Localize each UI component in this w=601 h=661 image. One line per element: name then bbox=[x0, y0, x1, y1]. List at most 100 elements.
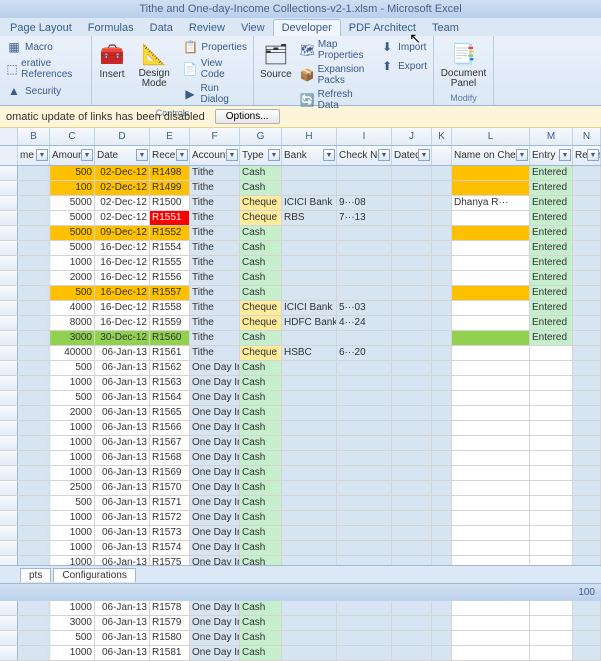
cell-dated[interactable] bbox=[392, 451, 432, 465]
cell-account[interactable]: Tithe bbox=[190, 226, 240, 240]
cell-name-on-check[interactable] bbox=[452, 601, 530, 615]
macro-button[interactable]: ▦Macro bbox=[4, 38, 87, 56]
cell-bank[interactable] bbox=[282, 496, 337, 510]
cell-bank[interactable] bbox=[282, 376, 337, 390]
cell-date[interactable]: 06-Jan-13 bbox=[95, 481, 150, 495]
cell-account[interactable]: One Day Inc bbox=[190, 451, 240, 465]
cell-entry-status[interactable]: Entered bbox=[530, 226, 573, 240]
cell-amount[interactable]: 500 bbox=[50, 166, 95, 180]
cell-account[interactable]: Tithe bbox=[190, 331, 240, 345]
cell-receipt[interactable]: R1574 bbox=[150, 541, 190, 555]
cell-name[interactable] bbox=[18, 211, 50, 225]
cell-account[interactable]: One Day Inc bbox=[190, 541, 240, 555]
cell-remark[interactable] bbox=[573, 481, 601, 495]
cell-date[interactable]: 06-Jan-13 bbox=[95, 361, 150, 375]
cell-checkno[interactable] bbox=[337, 406, 392, 420]
cell-account[interactable]: One Day Inc bbox=[190, 601, 240, 615]
cell-bank[interactable] bbox=[282, 601, 337, 615]
cell-type[interactable]: Cash bbox=[240, 421, 282, 435]
row-header[interactable] bbox=[0, 421, 18, 435]
cell-receipt[interactable]: R1581 bbox=[150, 646, 190, 660]
cell-entry-status[interactable]: Entered bbox=[530, 181, 573, 195]
cell-account[interactable]: One Day Inc bbox=[190, 466, 240, 480]
cell-date[interactable]: 16-Dec-12 bbox=[95, 271, 150, 285]
cell-receipt[interactable]: R1568 bbox=[150, 451, 190, 465]
cell-receipt[interactable]: R1569 bbox=[150, 466, 190, 480]
cell-date[interactable]: 06-Jan-13 bbox=[95, 601, 150, 615]
cell-receipt[interactable]: R1555 bbox=[150, 256, 190, 270]
row-header[interactable] bbox=[0, 631, 18, 645]
row-header[interactable] bbox=[0, 181, 18, 195]
cell-name[interactable] bbox=[18, 421, 50, 435]
cell-account[interactable]: One Day Inc bbox=[190, 391, 240, 405]
cell-dated[interactable] bbox=[392, 211, 432, 225]
cell-bank[interactable] bbox=[282, 616, 337, 630]
cell-type[interactable]: Cash bbox=[240, 376, 282, 390]
cell-type[interactable]: Cash bbox=[240, 616, 282, 630]
row-header[interactable] bbox=[0, 211, 18, 225]
cell-date[interactable]: 06-Jan-13 bbox=[95, 616, 150, 630]
cell-remark[interactable] bbox=[573, 226, 601, 240]
filter-dropdown-icon[interactable]: ▼ bbox=[418, 149, 430, 161]
ribbon-tab-review[interactable]: Review bbox=[181, 20, 233, 36]
row-header[interactable] bbox=[0, 286, 18, 300]
cell-type[interactable]: Cash bbox=[240, 271, 282, 285]
cell-name[interactable] bbox=[18, 391, 50, 405]
cell-remark[interactable] bbox=[573, 166, 601, 180]
cell-name[interactable] bbox=[18, 376, 50, 390]
cell-amount[interactable]: 3000 bbox=[50, 331, 95, 345]
cell-remark[interactable] bbox=[573, 331, 601, 345]
cell-dated[interactable] bbox=[392, 631, 432, 645]
view-code-button[interactable]: 📄View Code bbox=[180, 57, 249, 81]
cell-account[interactable]: One Day Inc bbox=[190, 406, 240, 420]
cell-account[interactable]: One Day Inc bbox=[190, 616, 240, 630]
cell-amount[interactable]: 500 bbox=[50, 496, 95, 510]
cell-amount[interactable]: 500 bbox=[50, 391, 95, 405]
cell-name-on-check[interactable] bbox=[452, 421, 530, 435]
cell-dated[interactable] bbox=[392, 241, 432, 255]
cell-amount[interactable]: 1000 bbox=[50, 601, 95, 615]
cell-name-on-check[interactable] bbox=[452, 226, 530, 240]
cell-date[interactable]: 06-Jan-13 bbox=[95, 391, 150, 405]
cell-name[interactable] bbox=[18, 436, 50, 450]
column-header-K[interactable]: K bbox=[432, 128, 452, 145]
cell-date[interactable]: 06-Jan-13 bbox=[95, 406, 150, 420]
cell-name-on-check[interactable] bbox=[452, 406, 530, 420]
cell-amount[interactable]: 1000 bbox=[50, 421, 95, 435]
filter-header-Remark[interactable]: Remark▼ bbox=[573, 146, 601, 165]
cell-checkno[interactable] bbox=[337, 616, 392, 630]
macro-security-button[interactable]: ▲Security bbox=[4, 82, 87, 100]
cell-name[interactable] bbox=[18, 286, 50, 300]
cell-bank[interactable] bbox=[282, 451, 337, 465]
cell-bank[interactable] bbox=[282, 511, 337, 525]
cell-date[interactable]: 06-Jan-13 bbox=[95, 466, 150, 480]
cell-checkno[interactable] bbox=[337, 361, 392, 375]
cell-entry-status[interactable] bbox=[530, 601, 573, 615]
cell-name-on-check[interactable] bbox=[452, 631, 530, 645]
cell-name[interactable] bbox=[18, 451, 50, 465]
cell-date[interactable]: 06-Jan-13 bbox=[95, 541, 150, 555]
row-header[interactable] bbox=[0, 526, 18, 540]
cell-account[interactable]: One Day Inc bbox=[190, 631, 240, 645]
filter-header-me[interactable]: me▼ bbox=[18, 146, 50, 165]
cell-entry-status[interactable] bbox=[530, 466, 573, 480]
cell-type[interactable]: Cash bbox=[240, 631, 282, 645]
cell-entry-status[interactable]: Entered bbox=[530, 241, 573, 255]
filter-dropdown-icon[interactable]: ▼ bbox=[176, 149, 188, 161]
cell-type[interactable]: Cash bbox=[240, 166, 282, 180]
cell-receipt[interactable]: R1579 bbox=[150, 616, 190, 630]
cell-name-on-check[interactable] bbox=[452, 256, 530, 270]
cell-name[interactable] bbox=[18, 466, 50, 480]
cell-name-on-check[interactable] bbox=[452, 361, 530, 375]
cell-dated[interactable] bbox=[392, 391, 432, 405]
filter-header-Type[interactable]: Type▼ bbox=[240, 146, 282, 165]
cell-type[interactable]: Cash bbox=[240, 241, 282, 255]
cell-bank[interactable] bbox=[282, 361, 337, 375]
cell-name[interactable] bbox=[18, 496, 50, 510]
cell-receipt[interactable]: R1570 bbox=[150, 481, 190, 495]
cell-name[interactable] bbox=[18, 601, 50, 615]
row-header[interactable] bbox=[0, 346, 18, 360]
relative-refs-button[interactable]: ⬚erative References bbox=[4, 57, 87, 81]
cell-receipt[interactable]: R1500 bbox=[150, 196, 190, 210]
cell-entry-status[interactable] bbox=[530, 631, 573, 645]
